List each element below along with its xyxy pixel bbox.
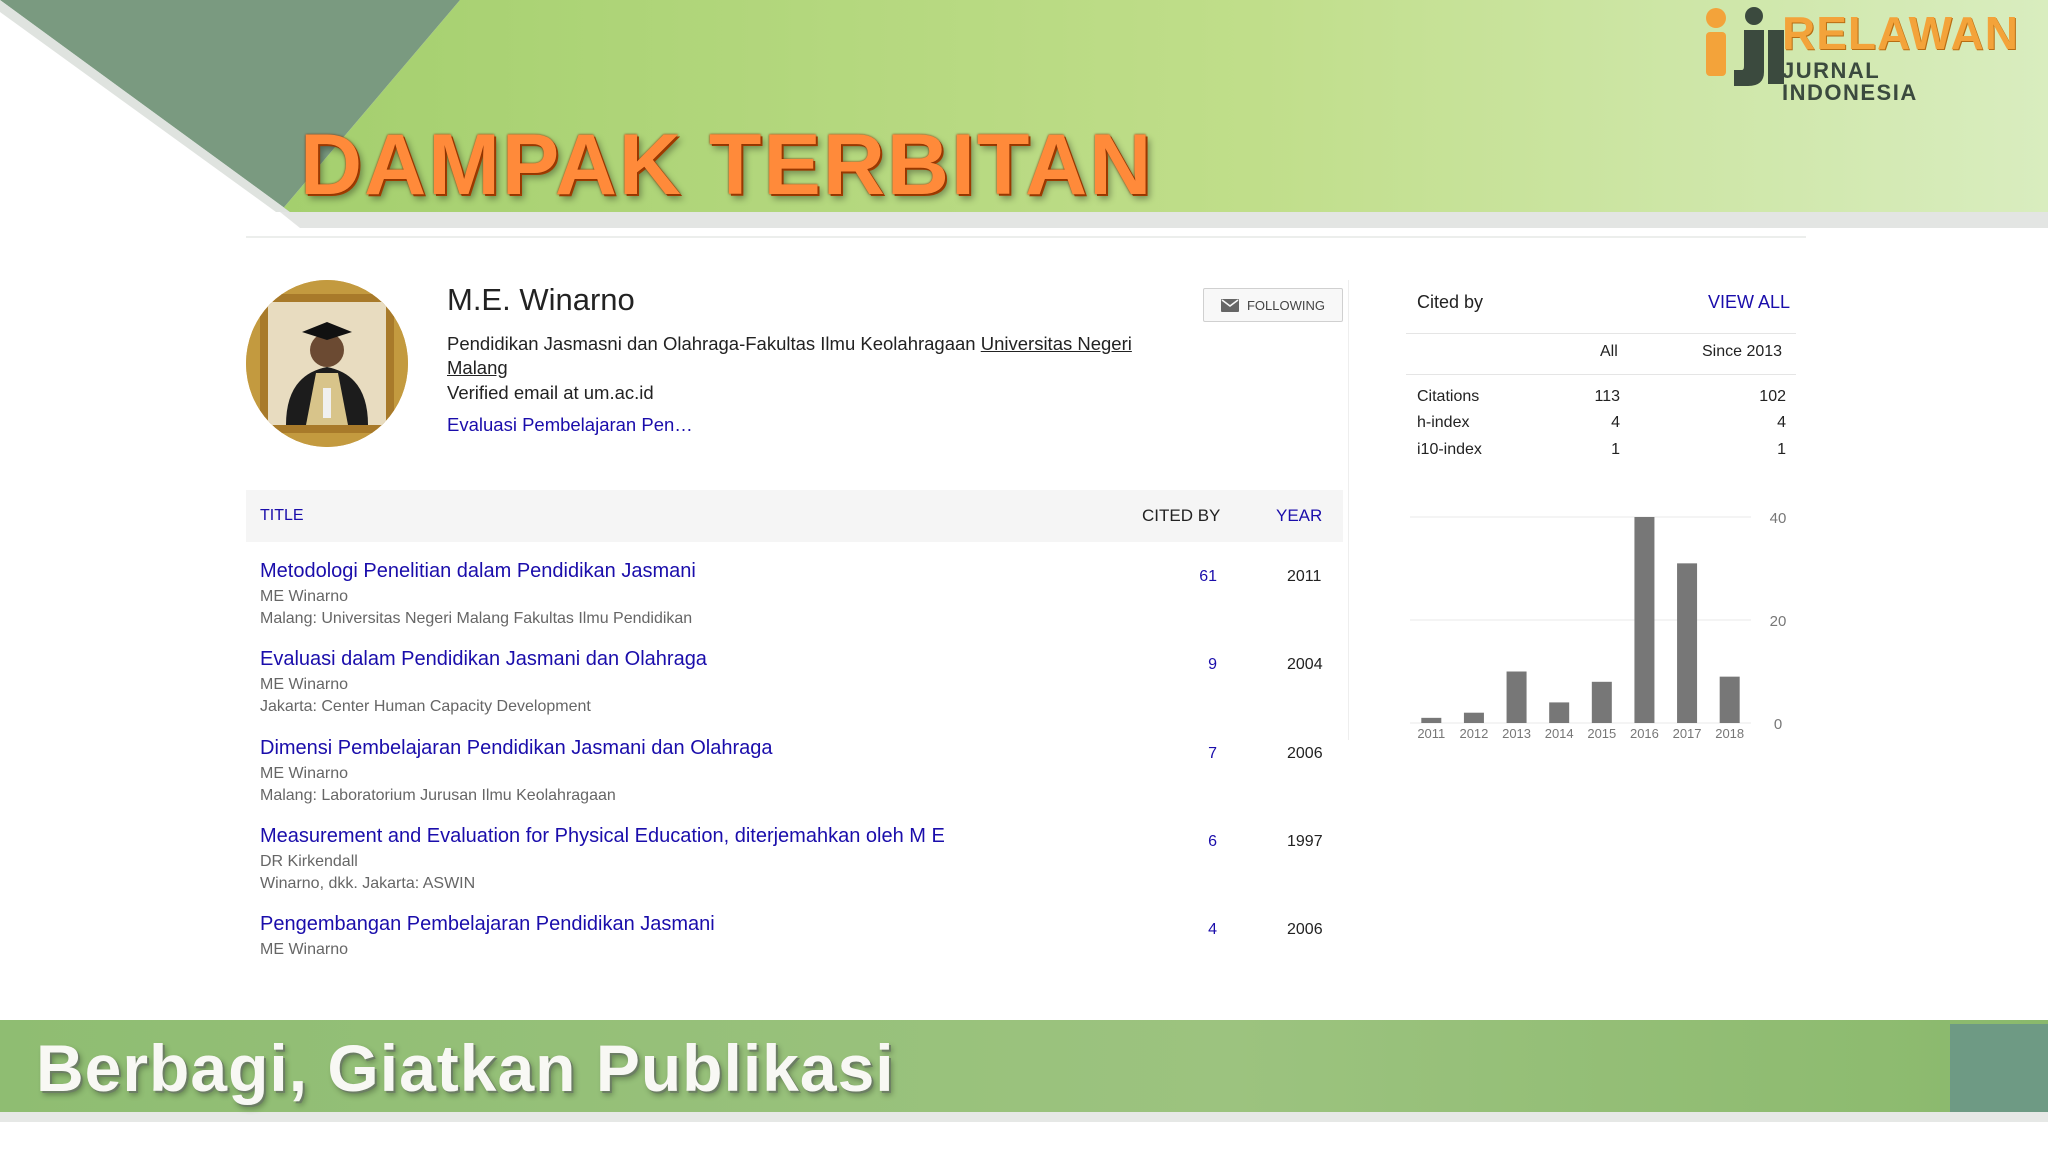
cited-by-count[interactable]: 4 — [1208, 921, 1217, 939]
avatar — [246, 280, 408, 447]
cited-by-count[interactable]: 61 — [1199, 568, 1217, 586]
following-label: FOLLOWING — [1246, 297, 1325, 313]
metrics-col-since: Since 2013 — [1702, 343, 1783, 360]
sort-by-cited[interactable]: CITED BY — [1142, 506, 1220, 526]
bar-2011[interactable] — [1421, 717, 1442, 723]
profile-name: M.E. Winarno — [447, 282, 635, 317]
article-authors: DR Kirkendall — [260, 853, 358, 870]
article-title-link[interactable]: Pengembangan Pembelajaran Pendidikan Jas… — [260, 913, 715, 936]
metric-all: 4 — [1611, 414, 1620, 431]
article-venue: Winarno, dkk. Jakarta: ASWIN — [260, 875, 476, 892]
metric-label[interactable]: h-index — [1417, 414, 1469, 432]
slide-title: DAMPAK TERBITAN — [300, 117, 1154, 213]
x-tick-label: 2013 — [1502, 726, 1531, 741]
article-venue: Malang: Universitas Negeri Malang Fakult… — [260, 610, 693, 627]
articles-table-header: TITLE CITED BY YEAR — [246, 490, 1343, 542]
article-title-link[interactable]: Dimensi Pembelajaran Pendidikan Jasmani … — [260, 737, 773, 760]
metric-all: 113 — [1594, 388, 1620, 405]
following-button[interactable]: FOLLOWING — [1203, 288, 1343, 322]
article-year: 2011 — [1287, 568, 1322, 585]
article-year: 2006 — [1287, 745, 1323, 762]
table-row: Metodologi Penelitian dalam Pendidikan J… — [246, 560, 1343, 648]
metric-since: 4 — [1777, 414, 1786, 431]
metric-row-h-index: h-index 4 4 — [1406, 414, 1796, 440]
citations-per-year-chart: 0 20 40 2011 2012 2013 2014 2015 2016 2017 2018 — [1410, 510, 1787, 741]
metric-all: 1 — [1611, 441, 1620, 458]
metric-label[interactable]: i10-index — [1417, 441, 1482, 459]
top-divider — [246, 236, 1806, 238]
x-tick-label: 2011 — [1417, 726, 1445, 741]
x-tick-label: 2017 — [1673, 726, 1702, 741]
logo-subtitle: JURNAL INDONESIA — [1782, 58, 1918, 105]
metric-label[interactable]: Citations — [1417, 388, 1479, 406]
metrics-col-all: All — [1600, 343, 1618, 360]
article-authors: ME Winarno — [260, 941, 349, 958]
article-year: 1997 — [1287, 833, 1323, 850]
bar-2018[interactable] — [1719, 676, 1740, 723]
y-tick-label: 40 — [1770, 510, 1787, 527]
envelope-icon — [1220, 298, 1239, 312]
x-tick-label: 2016 — [1630, 726, 1659, 741]
bar-2013[interactable] — [1506, 671, 1527, 724]
table-row: Pengembangan Pembelajaran Pendidikan Jas… — [246, 913, 1343, 970]
view-all-link[interactable]: VIEW ALL — [1708, 292, 1790, 313]
x-tick-label: 2018 — [1715, 726, 1744, 741]
articles-list: Metodologi Penelitian dalam Pendidikan J… — [246, 560, 1343, 970]
metric-row-citations: Citations 113 102 — [1406, 388, 1796, 414]
article-title-link[interactable]: Evaluasi dalam Pendidikan Jasmani dan Ol… — [260, 648, 707, 671]
x-tick-label: 2014 — [1545, 726, 1574, 741]
article-title-link[interactable]: Metodologi Penelitian dalam Pendidikan J… — [260, 560, 696, 583]
bar-2014[interactable] — [1549, 702, 1570, 723]
bar-2017[interactable] — [1677, 563, 1698, 723]
verified-email: Verified email at um.ac.id — [447, 382, 654, 403]
footer-line — [0, 1112, 2048, 1122]
cited-by-count[interactable]: 9 — [1208, 656, 1217, 674]
article-authors: ME Winarno — [260, 588, 349, 605]
table-row: Measurement and Evaluation for Physical … — [246, 825, 1343, 913]
article-authors: ME Winarno — [260, 765, 349, 782]
y-tick-label: 0 — [1774, 716, 1782, 733]
column-divider — [1348, 280, 1349, 740]
article-year: 2006 — [1287, 921, 1323, 938]
logo-wordmark: RELAWAN — [1782, 7, 2019, 59]
avatar-portrait — [246, 280, 408, 447]
article-year: 2004 — [1287, 656, 1323, 673]
footer-slogan: Berbagi, Giatkan Publikasi — [36, 1031, 895, 1105]
rji-logo: RELAWAN JURNAL INDONESIA — [1694, 4, 2018, 104]
table-row: Dimensi Pembelajaran Pendidikan Jasmani … — [246, 737, 1343, 825]
cited-by-heading: Cited by — [1417, 292, 1484, 312]
bar-2016[interactable] — [1634, 517, 1655, 723]
metric-since: 1 — [1777, 441, 1786, 458]
bar-2015[interactable] — [1591, 681, 1612, 723]
table-row: Evaluasi dalam Pendidikan Jasmani dan Ol… — [246, 648, 1343, 736]
metrics-divider — [1406, 374, 1796, 375]
metrics-divider — [1406, 333, 1796, 334]
footer-accent — [1950, 1024, 2048, 1112]
x-tick-label: 2012 — [1459, 726, 1488, 741]
x-tick-label: 2015 — [1587, 726, 1616, 741]
article-venue: Jakarta: Center Human Capacity Developme… — [260, 698, 591, 715]
article-authors: ME Winarno — [260, 676, 349, 693]
bar-2012[interactable] — [1463, 712, 1484, 723]
affiliation-text: Pendidikan Jasmasni dan Olahraga-Fakulta… — [447, 333, 981, 354]
profile-affiliation: Pendidikan Jasmasni dan Olahraga-Fakulta… — [447, 332, 1167, 380]
article-venue: Malang: Laboratorium Jurusan Ilmu Keolah… — [260, 787, 616, 804]
research-interest-link[interactable]: Evaluasi Pembelajaran Pen… — [447, 414, 693, 436]
metric-since: 102 — [1759, 388, 1786, 405]
cited-by-count[interactable]: 7 — [1208, 745, 1217, 763]
sort-by-year[interactable]: YEAR — [1276, 506, 1322, 526]
cited-by-count[interactable]: 6 — [1208, 833, 1217, 851]
y-tick-label: 20 — [1770, 613, 1787, 630]
sort-by-title[interactable]: TITLE — [260, 507, 304, 525]
metric-row-i10-index: i10-index 1 1 — [1406, 441, 1796, 467]
article-title-link[interactable]: Measurement and Evaluation for Physical … — [260, 825, 945, 848]
logo-mark-icon — [1706, 7, 1784, 86]
